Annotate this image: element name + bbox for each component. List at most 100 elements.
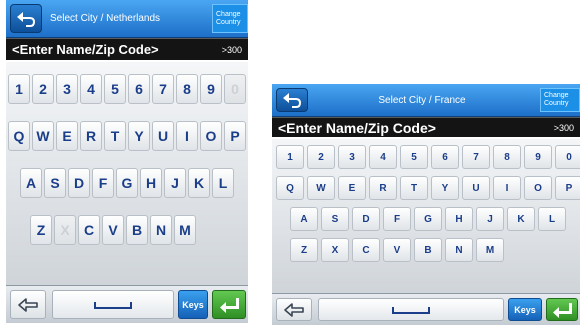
key-m[interactable]: M [174,215,196,245]
key-c[interactable]: C [78,215,100,245]
key-g[interactable]: G [414,207,442,231]
key-w[interactable]: W [32,121,54,151]
key-0[interactable]: 0 [555,145,580,169]
key-k[interactable]: K [188,168,210,198]
key-6[interactable]: 6 [431,145,459,169]
key-q[interactable]: Q [8,121,30,151]
key-l[interactable]: L [538,207,566,231]
keys-button[interactable]: Keys [178,290,208,319]
key-n[interactable]: N [445,238,473,262]
keyboard: 1234567890 QWERTYUIOP ASDFGHJKL ZXCVBNM [6,62,248,285]
key-7[interactable]: 7 [462,145,490,169]
back-button[interactable] [10,4,42,33]
title-bar: Select City / France Change Country [272,84,580,117]
back-arrow-icon [17,11,35,27]
back-button[interactable] [276,88,308,112]
key-f[interactable]: F [92,168,114,198]
enter-arrow-icon [553,302,572,318]
key-1[interactable]: 1 [276,145,304,169]
key-w[interactable]: W [307,176,335,200]
key-4[interactable]: 4 [369,145,397,169]
key-h[interactable]: H [445,207,473,231]
search-input[interactable]: <Enter Name/Zip Code> >300 [272,117,580,139]
key-v[interactable]: V [102,215,124,245]
key-r[interactable]: R [369,176,397,200]
key-q[interactable]: Q [276,176,304,200]
backspace-button[interactable] [276,298,312,321]
key-r[interactable]: R [80,121,102,151]
key-n[interactable]: N [150,215,172,245]
enter-arrow-icon [220,297,239,313]
enter-button[interactable] [546,298,578,321]
change-country-button[interactable]: Change Country [212,4,248,33]
key-y[interactable]: Y [128,121,150,151]
key-e[interactable]: E [338,176,366,200]
screen-netherlands: Select City / Netherlands Change Country… [6,0,248,323]
change-country-button[interactable]: Change Country [540,88,580,112]
key-8[interactable]: 8 [493,145,521,169]
key-e[interactable]: E [56,121,78,151]
key-2[interactable]: 2 [307,145,335,169]
bottom-bar: Keys [272,293,580,325]
key-u[interactable]: U [462,176,490,200]
key-h[interactable]: H [140,168,162,198]
key-d[interactable]: D [68,168,90,198]
space-button[interactable] [318,298,504,321]
key-z[interactable]: Z [290,238,318,262]
key-k[interactable]: K [507,207,535,231]
key-c[interactable]: C [352,238,380,262]
key-9[interactable]: 9 [524,145,552,169]
key-5[interactable]: 5 [104,74,126,104]
space-button[interactable] [52,290,174,319]
title-bar: Select City / Netherlands Change Country [6,0,248,38]
backspace-button[interactable] [10,290,46,319]
key-s[interactable]: S [321,207,349,231]
key-t[interactable]: T [400,176,428,200]
key-z[interactable]: Z [30,215,52,245]
result-count: >300 [221,44,242,55]
key-p[interactable]: P [224,121,246,151]
key-i[interactable]: I [176,121,198,151]
key-t[interactable]: T [104,121,126,151]
key-o[interactable]: O [524,176,552,200]
key-a[interactable]: A [20,168,42,198]
key-o[interactable]: O [200,121,222,151]
key-5[interactable]: 5 [400,145,428,169]
key-4[interactable]: 4 [80,74,102,104]
key-7[interactable]: 7 [152,74,174,104]
key-s[interactable]: S [44,168,66,198]
key-u[interactable]: U [152,121,174,151]
key-6[interactable]: 6 [128,74,150,104]
key-p[interactable]: P [555,176,580,200]
key-f[interactable]: F [383,207,411,231]
screen-france: Select City / France Change Country <Ent… [272,84,580,325]
key-i[interactable]: I [493,176,521,200]
bottom-bar: Keys [6,285,248,323]
key-b[interactable]: B [414,238,442,262]
key-3[interactable]: 3 [338,145,366,169]
key-b[interactable]: B [126,215,148,245]
keyboard: 1234567890 QWERTYUIOP ASDFGHJKL ZXCVBNM [272,139,580,293]
backspace-arrow-icon [18,297,38,312]
keys-button[interactable]: Keys [508,298,542,321]
key-9[interactable]: 9 [200,74,222,104]
key-y[interactable]: Y [431,176,459,200]
back-arrow-icon [283,93,301,108]
enter-button[interactable] [212,290,246,319]
key-3[interactable]: 3 [56,74,78,104]
key-m[interactable]: M [476,238,504,262]
search-input[interactable]: <Enter Name/Zip Code> >300 [6,38,248,62]
key-j[interactable]: J [476,207,504,231]
key-1[interactable]: 1 [8,74,30,104]
key-8[interactable]: 8 [176,74,198,104]
key-l[interactable]: L [212,168,234,198]
search-input-placeholder: <Enter Name/Zip Code> [278,119,436,136]
key-j[interactable]: J [164,168,186,198]
key-g[interactable]: G [116,168,138,198]
key-2[interactable]: 2 [32,74,54,104]
key-a[interactable]: A [290,207,318,231]
key-d[interactable]: D [352,207,380,231]
key-x[interactable]: X [321,238,349,262]
key-v[interactable]: V [383,238,411,262]
result-count: >300 [553,122,574,133]
